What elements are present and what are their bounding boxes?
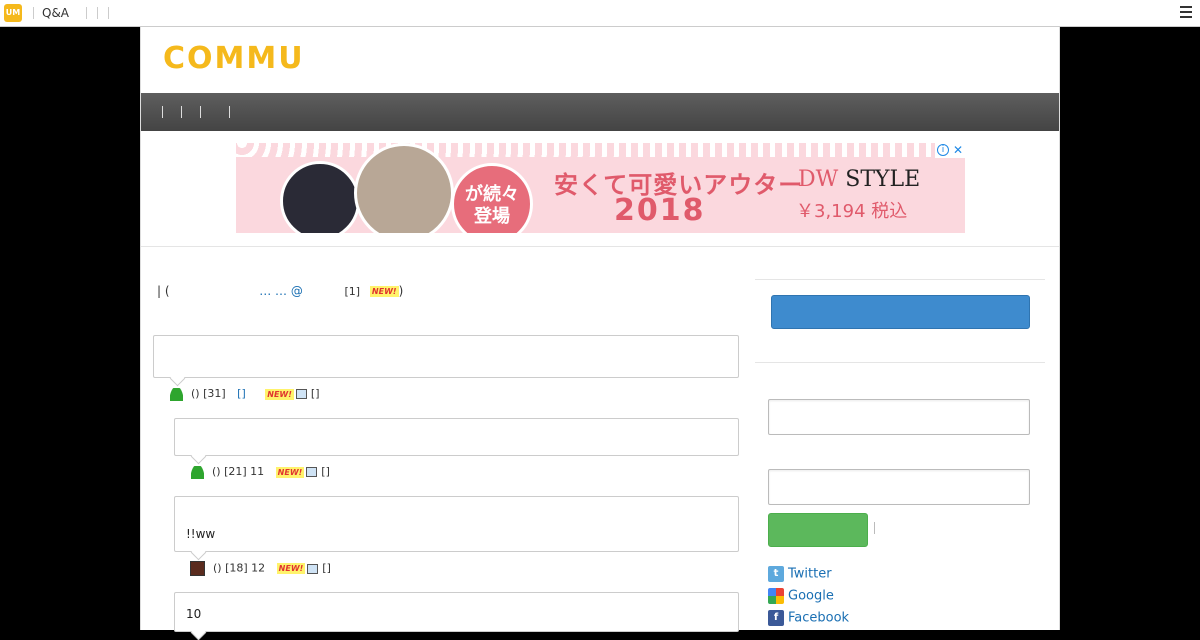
google-label: Google xyxy=(788,588,834,604)
twitter-label: Twitter xyxy=(788,566,832,582)
post-text: !!ww xyxy=(186,527,216,541)
new-badge: NEW! xyxy=(276,563,306,574)
breadcrumb-suffix: ) xyxy=(398,284,404,298)
post-meta: () [21] 11 NEW! [] xyxy=(191,465,330,479)
sidebar-divider xyxy=(755,362,1045,363)
user-icon[interactable] xyxy=(170,387,183,401)
post-meta-text: () [21] 11 xyxy=(212,465,265,478)
topbar-divider xyxy=(108,7,109,19)
ad-price: ￥3,194 税込 xyxy=(796,201,908,222)
commu-logo[interactable]: COMMU xyxy=(163,41,305,76)
post-bubble xyxy=(153,335,739,378)
post-meta: () [31] [] NEW! [] xyxy=(170,387,320,401)
new-badge: NEW! xyxy=(275,466,305,478)
google-icon xyxy=(768,588,784,604)
new-badge: NEW! xyxy=(369,286,399,297)
user-avatar[interactable] xyxy=(190,561,205,576)
login-id-field[interactable] xyxy=(768,399,1030,435)
ad-model-photo xyxy=(280,161,360,233)
page-container: COMMU が続々 登場 安くて可愛いアウター 2018 DW STYLE ￥3… xyxy=(140,27,1060,632)
login-button[interactable] xyxy=(768,513,868,547)
ad-info-icon[interactable]: i xyxy=(937,144,949,156)
post-bubble: !!ww xyxy=(174,496,739,552)
ad-controls: i ✕ xyxy=(935,143,965,158)
breadcrumb-link[interactable]: … … @ xyxy=(259,284,303,298)
breadcrumb-prefix: | ( xyxy=(157,284,170,298)
post-bubble: 10 xyxy=(174,592,739,632)
ad-brand-suffix: STYLE xyxy=(838,167,921,192)
post-meta-tail[interactable]: [] xyxy=(321,465,330,478)
post-meta-tail[interactable]: [] xyxy=(322,562,331,575)
ad-brand-prefix: DW xyxy=(798,167,839,192)
topbar-divider xyxy=(97,7,98,19)
ad-year: 2018 xyxy=(614,193,706,228)
facebook-label: Facebook xyxy=(788,610,850,626)
sidebar-divider xyxy=(755,279,1045,280)
pc-icon xyxy=(295,389,307,399)
top-bar: UM Q&A xyxy=(0,0,1200,27)
ad-lace-border xyxy=(236,143,965,157)
nav-divider xyxy=(162,106,163,118)
facebook-icon: f xyxy=(768,610,784,626)
nav-divider xyxy=(200,106,201,118)
main-navbar xyxy=(141,93,1059,131)
google-login-link[interactable]: Google xyxy=(768,588,834,604)
post-meta: () [18] 12 NEW! [] xyxy=(190,561,331,576)
sidebar-divider xyxy=(874,522,875,534)
ad-brand: DW STYLE xyxy=(798,167,920,192)
user-icon[interactable] xyxy=(191,465,204,479)
header-divider xyxy=(141,246,1059,247)
twitter-icon: t xyxy=(768,566,784,582)
post-meta-text: () [18] 12 xyxy=(213,561,266,575)
post-bubble xyxy=(174,418,739,456)
pc-icon xyxy=(307,563,319,574)
topbar-divider xyxy=(33,7,34,19)
um-logo-icon[interactable]: UM xyxy=(4,4,22,22)
breadcrumb: | ( … … @ [1] NEW!) xyxy=(157,284,403,298)
topbar-divider xyxy=(86,7,87,19)
nav-divider xyxy=(229,106,230,118)
post-meta-tail[interactable]: [] xyxy=(311,387,320,400)
password-field[interactable] xyxy=(768,469,1030,505)
nav-divider xyxy=(181,106,182,118)
ad-model-photo xyxy=(354,143,454,233)
primary-button[interactable] xyxy=(771,295,1030,329)
ad-close-icon[interactable]: ✕ xyxy=(953,143,963,157)
post-meta-link[interactable]: [] xyxy=(237,387,246,400)
hamburger-menu-icon[interactable] xyxy=(1180,6,1192,18)
twitter-login-link[interactable]: t Twitter xyxy=(768,566,832,582)
ad-banner[interactable]: が続々 登場 安くて可愛いアウター 2018 DW STYLE ￥3,194 税… xyxy=(236,143,965,233)
qa-link[interactable]: Q&A xyxy=(42,6,69,20)
facebook-login-link[interactable]: f Facebook xyxy=(768,610,849,626)
post-meta-text: () [31] xyxy=(191,387,226,400)
post-text: 10 xyxy=(186,607,202,621)
ad-badge: が続々 登場 xyxy=(451,163,533,233)
breadcrumb-count: [1] xyxy=(344,285,361,298)
pc-icon xyxy=(306,467,318,477)
new-badge: NEW! xyxy=(265,388,294,400)
